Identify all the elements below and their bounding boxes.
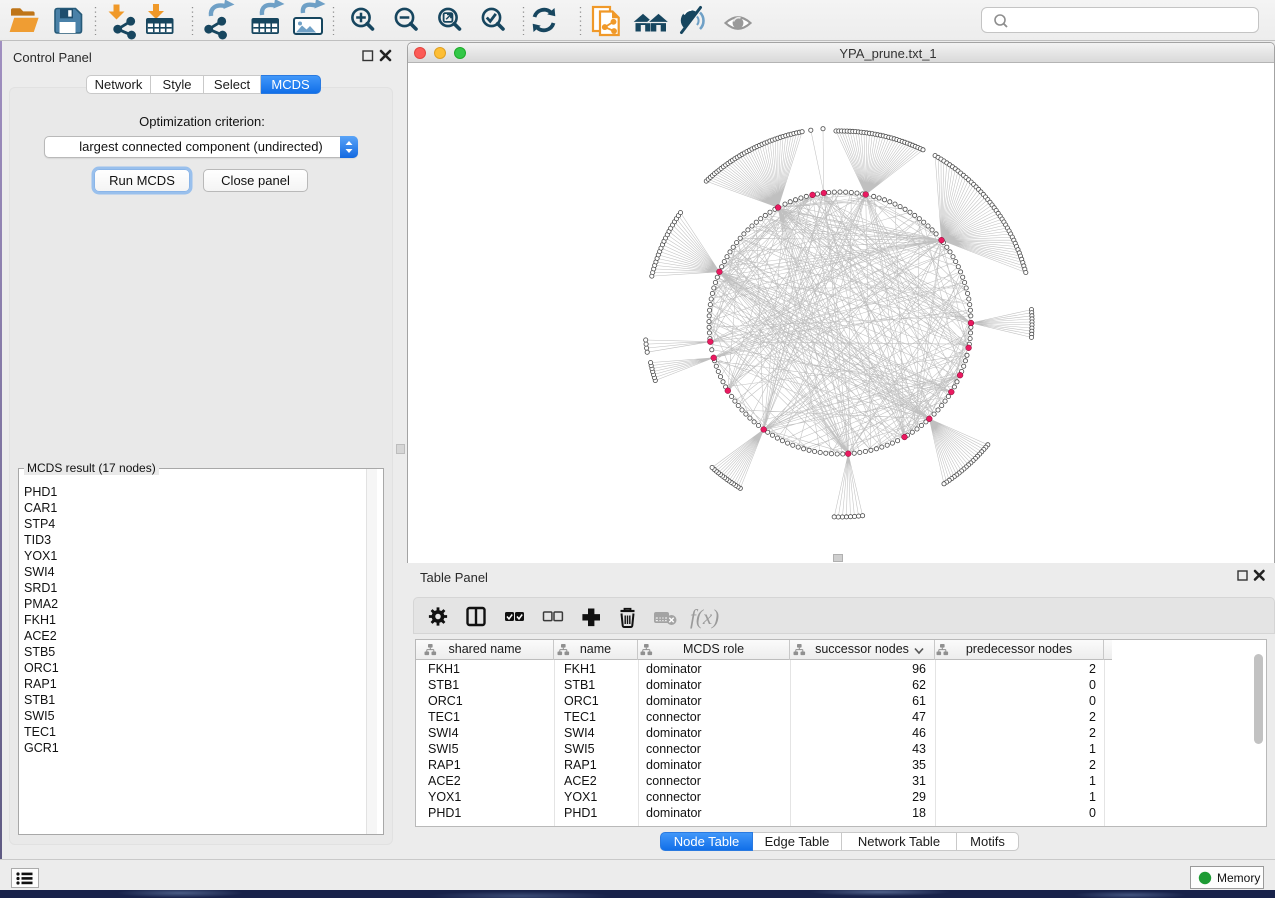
svg-text:f(x): f(x) (690, 605, 719, 629)
